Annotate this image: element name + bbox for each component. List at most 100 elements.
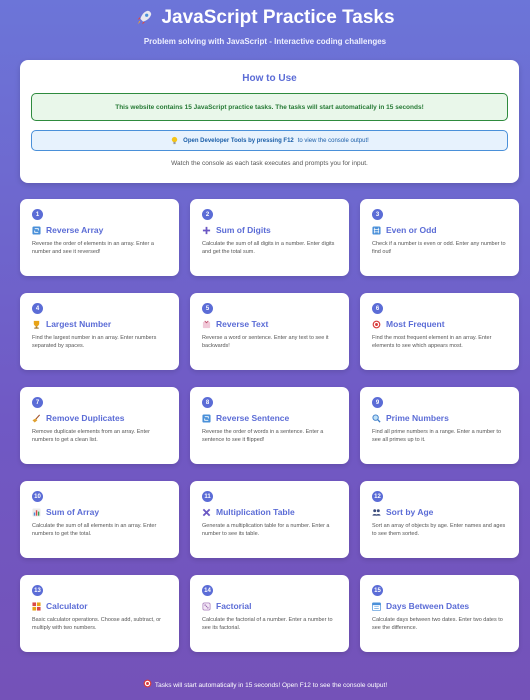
rocket-icon bbox=[138, 10, 152, 25]
task-title-row: Sum of Digits bbox=[202, 225, 337, 235]
task-title-row: Multiplication Table bbox=[202, 507, 337, 517]
task-number-badge: 13 bbox=[32, 585, 43, 596]
target-icon bbox=[372, 320, 381, 328]
task-grid: 1 Reverse Array Reverse the order of ele… bbox=[20, 199, 519, 652]
task-title: Sum of Array bbox=[46, 507, 100, 517]
task-title-row: Reverse Array bbox=[32, 225, 167, 235]
task-title-row: Days Between Dates bbox=[372, 601, 507, 611]
task-card-5[interactable]: 5 Reverse Text Reverse a word or sentenc… bbox=[190, 293, 349, 370]
task-description: Calculate the sum of all elements in an … bbox=[32, 523, 157, 538]
task-title-row: Sort by Age bbox=[372, 507, 507, 517]
task-title-row: Reverse Text bbox=[202, 319, 337, 329]
task-title-row: Even or Odd bbox=[372, 225, 507, 235]
task-card-9[interactable]: 9 Prime Numbers Find all prime numbers i… bbox=[360, 387, 519, 464]
task-description: Find all prime numbers in a range. Enter… bbox=[372, 429, 502, 444]
task-description: Remove duplicate elements from an array.… bbox=[32, 429, 150, 444]
trophy-icon bbox=[33, 320, 40, 329]
watch-console-text: Watch the console as each task executes … bbox=[171, 160, 368, 167]
calendar-icon bbox=[372, 602, 381, 611]
how-to-heading: How to Use bbox=[242, 73, 297, 84]
task-description: Calculate days between two dates. Enter … bbox=[372, 617, 503, 632]
text-icon bbox=[202, 320, 211, 328]
reverse-icon bbox=[32, 225, 41, 235]
plus-icon bbox=[202, 226, 211, 234]
task-title-row: Factorial bbox=[202, 601, 337, 611]
calculator-icon bbox=[32, 601, 41, 611]
task-number-badge: 7 bbox=[32, 397, 43, 408]
dice-icon bbox=[202, 602, 211, 610]
task-card-1[interactable]: 1 Reverse Array Reverse the order of ele… bbox=[20, 199, 179, 276]
magnifier-icon bbox=[372, 413, 381, 423]
task-description: Check if a number is even or odd. Enter … bbox=[372, 241, 506, 256]
people-icon bbox=[372, 508, 381, 516]
task-card-3[interactable]: 3 Even or Odd Check if a number is even … bbox=[360, 199, 519, 276]
task-card-12[interactable]: 12 Sort by Age Sort an array of objects … bbox=[360, 481, 519, 558]
broom-icon bbox=[32, 414, 41, 423]
task-number-badge: 4 bbox=[32, 303, 43, 314]
task-number-badge: 14 bbox=[202, 585, 213, 596]
task-title: Reverse Array bbox=[46, 225, 104, 235]
task-card-13[interactable]: 13 Calculator Basic calculator operation… bbox=[20, 575, 179, 652]
task-number-badge: 8 bbox=[202, 397, 213, 408]
task-description: Reverse a word or sentence. Enter any te… bbox=[202, 335, 329, 350]
task-title: Sort by Age bbox=[386, 507, 434, 517]
task-title: Reverse Sentence bbox=[216, 413, 290, 423]
footer-notice: Tasks will start automatically in 15 sec… bbox=[0, 679, 530, 689]
task-card-14[interactable]: 14 Factorial Calculate the factorial of … bbox=[190, 575, 349, 652]
task-title-row: Most Frequent bbox=[372, 319, 507, 329]
task-title-row: Remove Duplicates bbox=[32, 413, 167, 423]
task-card-15[interactable]: 15 Days Between Dates Calculate days bet… bbox=[360, 575, 519, 652]
task-title-row: Prime Numbers bbox=[372, 413, 507, 423]
task-number-badge: 5 bbox=[202, 303, 213, 314]
task-card-7[interactable]: 7 Remove Duplicates Remove duplicate ele… bbox=[20, 387, 179, 464]
task-card-6[interactable]: 6 Most Frequent Find the most frequent e… bbox=[360, 293, 519, 370]
task-description: Reverse the order of words in a sentence… bbox=[202, 429, 324, 444]
page-header: JavaScript Practice Tasks Problem solvin… bbox=[0, 0, 530, 46]
task-card-4[interactable]: 4 Largest Number Find the largest number… bbox=[20, 293, 179, 370]
page-subtitle: Problem solving with JavaScript - Intera… bbox=[143, 37, 387, 46]
how-to-panel: How to Use This website contains 15 Java… bbox=[20, 60, 519, 183]
task-card-8[interactable]: 8 Reverse Sentence Reverse the order of … bbox=[190, 387, 349, 464]
task-description: Calculate the sum of all digits in a num… bbox=[202, 241, 335, 256]
task-description: Find the largest number in an array. Ent… bbox=[32, 335, 157, 350]
task-card-10[interactable]: 10 Sum of Array Calculate the sum of all… bbox=[20, 481, 179, 558]
devtools-notice-strong: Open Developer Tools by pressing F12 bbox=[183, 137, 294, 144]
task-description: Sort an array of objects by age. Enter n… bbox=[372, 523, 506, 538]
lightbulb-icon bbox=[171, 136, 178, 145]
task-title: Days Between Dates bbox=[386, 601, 470, 611]
target-icon bbox=[143, 679, 152, 688]
footer-text: Tasks will start automatically in 15 sec… bbox=[154, 682, 388, 689]
task-card-11[interactable]: 11 Multiplication Table Generate a multi… bbox=[190, 481, 349, 558]
task-title: Most Frequent bbox=[386, 319, 445, 329]
task-title: Even or Odd bbox=[386, 225, 437, 235]
task-number-badge: 10 bbox=[32, 491, 43, 502]
task-number-badge: 12 bbox=[372, 491, 383, 502]
devtools-notice-text: to view the console output! bbox=[297, 137, 369, 144]
auto-start-notice: This website contains 15 JavaScript prac… bbox=[31, 93, 508, 121]
devtools-notice: Open Developer Tools by pressing F12 to … bbox=[31, 130, 508, 151]
page-title: JavaScript Practice Tasks bbox=[161, 7, 395, 28]
task-title-row: Sum of Array bbox=[32, 507, 167, 517]
task-title-row: Largest Number bbox=[32, 319, 167, 329]
task-title: Remove Duplicates bbox=[46, 413, 125, 423]
task-title: Factorial bbox=[216, 601, 252, 611]
task-title: Reverse Text bbox=[216, 319, 269, 329]
bar-chart-icon bbox=[32, 507, 41, 517]
task-title-row: Calculator bbox=[32, 601, 167, 611]
multiply-icon bbox=[202, 508, 211, 516]
reverse-icon bbox=[202, 413, 211, 423]
task-title: Prime Numbers bbox=[386, 413, 449, 423]
page-title-row: JavaScript Practice Tasks bbox=[0, 6, 530, 30]
task-number-badge: 15 bbox=[372, 585, 383, 596]
task-number-badge: 2 bbox=[202, 209, 213, 220]
task-title: Sum of Digits bbox=[216, 225, 271, 235]
task-title: Calculator bbox=[46, 601, 88, 611]
task-description: Find the most frequent element in an arr… bbox=[372, 335, 492, 350]
task-title: Multiplication Table bbox=[216, 507, 295, 517]
task-description: Basic calculator operations. Choose add,… bbox=[32, 617, 162, 632]
task-number-badge: 3 bbox=[372, 209, 383, 220]
task-card-2[interactable]: 2 Sum of Digits Calculate the sum of all… bbox=[190, 199, 349, 276]
task-title-row: Reverse Sentence bbox=[202, 413, 337, 423]
task-description: Generate a multiplication table for a nu… bbox=[202, 523, 330, 538]
task-number-badge: 6 bbox=[372, 303, 383, 314]
